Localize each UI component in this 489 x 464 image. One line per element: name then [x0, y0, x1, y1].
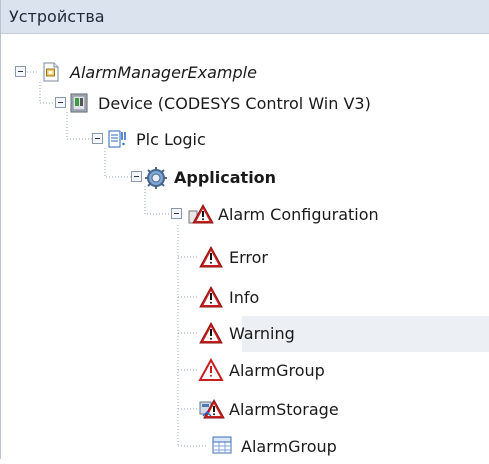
application-collapse-toggle[interactable]: [131, 171, 142, 182]
tree-node-info[interactable]: Info: [199, 279, 259, 315]
tree-node-application[interactable]: Application: [144, 159, 276, 195]
project-collapse-toggle[interactable]: [15, 66, 26, 77]
application-gear-icon: [144, 166, 167, 189]
alarm-class-error-label: Error: [229, 247, 268, 267]
tree-node-plc-logic[interactable]: Plc Logic: [106, 121, 206, 157]
tree-node-alarm-storage[interactable]: AlarmStorage: [199, 391, 339, 427]
tree-node-device[interactable]: Device (CODESYS Control Win V3): [68, 85, 371, 121]
alarm-group-warning-icon: [198, 357, 224, 381]
application-label: Application: [174, 167, 277, 187]
alarm-class-warning-label: Warning: [229, 323, 295, 343]
alarm-class-info-label: Info: [229, 287, 260, 307]
device-label: Device (CODESYS Control Win V3): [98, 93, 371, 113]
alarm-storage-icon: [199, 398, 225, 420]
alarm-configuration-collapse-toggle[interactable]: [171, 208, 182, 219]
plc-collapse-toggle[interactable]: [92, 133, 103, 144]
alarm-group-2-label: AlarmGroup: [241, 436, 337, 456]
device-cabinet-icon: [68, 92, 90, 114]
table-icon: [211, 435, 233, 457]
alarm-storage-label: AlarmStorage: [229, 399, 339, 419]
project-label: AlarmManagerExample: [70, 62, 257, 82]
tree-node-alarm-group[interactable]: AlarmGroup: [198, 352, 325, 388]
project-file-icon: [40, 61, 62, 83]
device-collapse-toggle[interactable]: [55, 97, 66, 108]
alarm-group-label: AlarmGroup: [229, 360, 325, 380]
alarm-configuration-label: Alarm Configuration: [218, 204, 379, 224]
alarm-class-warning-icon: [199, 321, 223, 344]
plc-logic-icon: [106, 128, 128, 150]
tree-node-error[interactable]: Error: [199, 239, 268, 275]
alarm-configuration-icon: [188, 203, 214, 225]
alarm-class-warning-icon: [199, 285, 223, 308]
devices-panel: Устройства AlarmManagerExample Device (C…: [0, 0, 489, 459]
tree-node-alarm-configuration[interactable]: Alarm Configuration: [188, 196, 379, 232]
tree-node-warning[interactable]: Warning: [199, 315, 295, 351]
plc-logic-label: Plc Logic: [136, 129, 206, 149]
alarm-class-warning-icon: [199, 245, 223, 268]
